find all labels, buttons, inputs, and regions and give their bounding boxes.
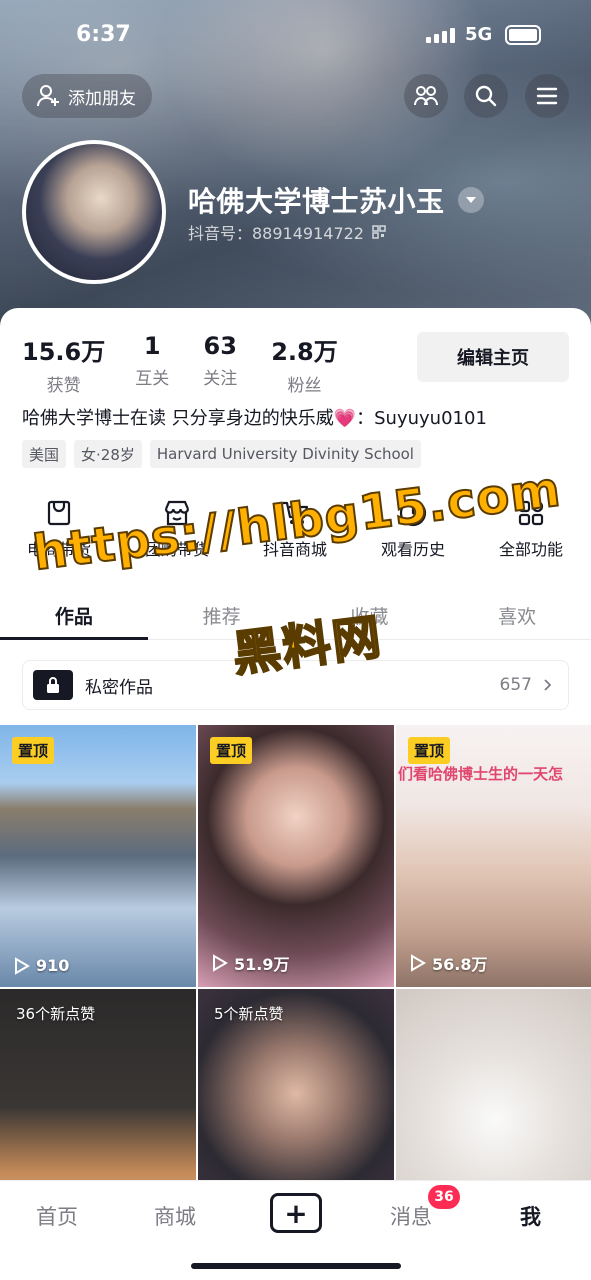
network-label: 5G: [465, 24, 493, 45]
avatar[interactable]: [22, 140, 166, 284]
stat-likes[interactable]: 15.6万 获赞: [22, 332, 105, 396]
video-caption: 们看哈佛博士生的一天怎: [398, 765, 564, 783]
stat-mutual[interactable]: 1 互关: [135, 332, 169, 396]
qrcode-icon: [372, 225, 386, 239]
profile-name[interactable]: 哈佛大学博士苏小玉: [188, 180, 445, 220]
signal-icon: [426, 28, 455, 43]
stat-label: 获赞: [46, 376, 81, 396]
tab-liked[interactable]: 喜欢: [443, 592, 591, 639]
menu-button[interactable]: [525, 74, 569, 118]
private-works-count: 657: [499, 675, 532, 695]
plus-icon: +: [284, 1196, 308, 1230]
play-count: 51.9万: [212, 951, 289, 975]
nav-messages[interactable]: 消息: [390, 1201, 432, 1231]
lock-icon: [33, 670, 73, 700]
nav-mall[interactable]: 商城: [154, 1201, 196, 1231]
add-friend-button[interactable]: 添加朋友: [22, 74, 152, 118]
stat-label: 粉丝: [287, 376, 322, 396]
create-button[interactable]: +: [270, 1193, 322, 1233]
tag-school[interactable]: Harvard University Divinity School: [149, 440, 421, 468]
play-count-value: 51.9万: [234, 955, 290, 974]
search-button[interactable]: [464, 74, 508, 118]
new-likes-label: 5个新点赞: [214, 1005, 284, 1023]
visitors-button[interactable]: [404, 74, 448, 118]
tab-works[interactable]: 作品: [0, 592, 148, 640]
hamburger-icon: [536, 87, 558, 105]
stat-followers[interactable]: 2.8万 粉丝: [271, 332, 338, 396]
play-count: 910: [14, 956, 69, 975]
video-thumbnail[interactable]: 置顶 们看哈佛博士生的一天怎 56.8万: [396, 725, 591, 987]
add-user-icon: [37, 85, 59, 107]
douyin-id[interactable]: 抖音号：88914914722: [188, 220, 386, 244]
pinned-badge: 置顶: [12, 737, 55, 764]
play-icon: [15, 956, 30, 975]
status-time: 6:37: [76, 22, 131, 47]
stat-following[interactable]: 63 关注: [203, 332, 237, 396]
play-count-value: 56.8万: [432, 955, 488, 974]
stat-label: 互关: [135, 369, 170, 389]
bio-text: 哈佛大学博士在读 只分享身边的快乐威💗：Suyuyu0101: [22, 408, 487, 429]
play-icon: [411, 954, 426, 972]
nav-home[interactable]: 首页: [36, 1201, 78, 1231]
status-bar: 6:37 5G: [0, 18, 591, 54]
video-thumbnail[interactable]: 置顶 51.9万: [198, 725, 394, 987]
tool-label: 观看历史: [380, 540, 445, 559]
add-friend-label: 添加朋友: [68, 88, 136, 109]
new-likes-label: 36个新点赞: [16, 1005, 96, 1023]
search-icon: [475, 85, 497, 107]
stat-value: 15.6万: [22, 338, 106, 366]
tool-label: 全部功能: [498, 540, 563, 559]
play-count: 56.8万: [410, 951, 487, 975]
play-count-value: 910: [36, 956, 70, 975]
nav-me[interactable]: 我: [520, 1201, 541, 1231]
stat-label: 关注: [203, 369, 238, 389]
edit-profile-button[interactable]: 编辑主页: [417, 332, 569, 382]
messages-badge: 36: [428, 1185, 460, 1209]
stat-value: 1: [143, 332, 161, 360]
home-indicator: [191, 1263, 401, 1269]
play-icon: [213, 954, 228, 972]
stats-row: 15.6万 获赞 1 互关 63 关注 2.8万 粉丝: [22, 332, 368, 396]
pinned-badge: 置顶: [408, 737, 451, 764]
caret-down-icon: [466, 197, 476, 203]
people-icon: [414, 86, 438, 106]
profile-tags: 美国 女·28岁 Harvard University Divinity Sch…: [22, 440, 421, 468]
tag-gender-age: 女·28岁: [74, 440, 142, 468]
battery-icon: [505, 25, 541, 45]
video-thumbnail[interactable]: 置顶 910: [0, 725, 196, 987]
account-switch-button[interactable]: [458, 187, 484, 213]
stat-value: 63: [203, 332, 237, 360]
video-grid: 置顶 910 置顶 51.9万 置顶 们看哈佛博士生的一天怎 56.8万 36个…: [0, 725, 591, 1251]
tag-location: 美国: [22, 440, 67, 468]
chevron-right-icon: [544, 679, 552, 691]
douyin-id-text: 抖音号：88914914722: [188, 224, 364, 243]
stat-value: 2.8万: [271, 338, 338, 366]
pinned-badge: 置顶: [210, 737, 253, 764]
